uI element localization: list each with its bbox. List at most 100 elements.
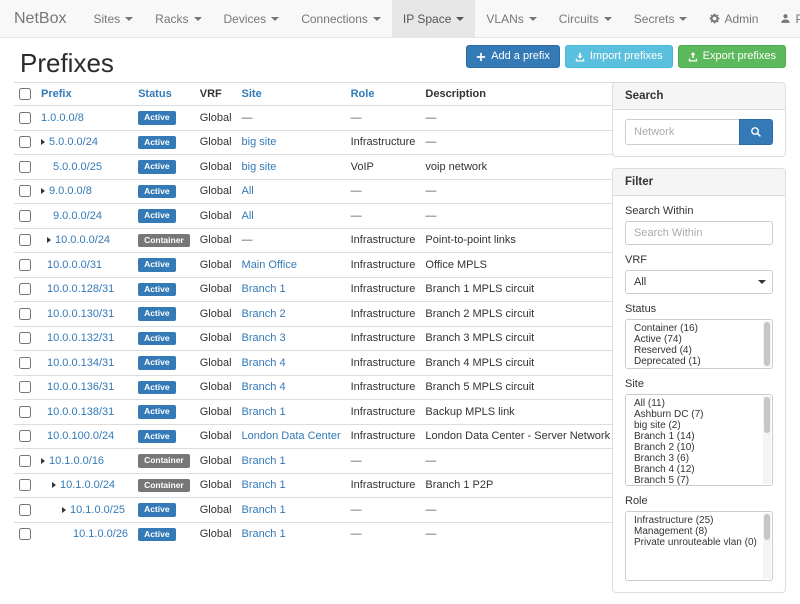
site-link[interactable]: Branch 1 [242, 455, 286, 467]
row-checkbox[interactable] [19, 357, 31, 369]
site-link[interactable]: Branch 2 [242, 308, 286, 320]
import-prefixes-button[interactable]: Import prefixes [565, 45, 673, 68]
search-button[interactable] [739, 119, 773, 145]
row-checkbox[interactable] [19, 455, 31, 467]
site-link[interactable]: All [242, 210, 254, 222]
site-link[interactable]: All [242, 185, 254, 197]
prefix-link[interactable]: 1.0.0.0/8 [41, 112, 84, 124]
column-header-site[interactable]: Site [242, 88, 262, 100]
site-link[interactable]: Branch 1 [242, 504, 286, 516]
site-link[interactable]: Main Office [242, 259, 297, 271]
prefix-link[interactable]: 10.0.0.138/31 [47, 406, 114, 418]
listbox-option[interactable]: Ashburn DC (7) [626, 409, 772, 420]
nav-item-racks[interactable]: Racks [144, 0, 212, 37]
site-link[interactable]: Branch 3 [242, 332, 286, 344]
listbox-option[interactable]: Reserved (4) [626, 345, 772, 356]
vrf-select[interactable]: All [625, 270, 773, 294]
prefix-link[interactable]: 10.0.0.130/31 [47, 308, 114, 320]
prefix-link[interactable]: 10.0.0.128/31 [47, 283, 114, 295]
search-input[interactable] [625, 119, 739, 145]
add-prefix-button[interactable]: Add a prefix [466, 45, 560, 68]
empty-value: — [351, 112, 362, 124]
scrollbar[interactable] [763, 321, 771, 367]
nav-item-vlans[interactable]: VLANs [475, 0, 547, 37]
prefix-link[interactable]: 10.0.0.0/24 [55, 234, 110, 246]
listbox-option[interactable]: Branch 1 (14) [626, 431, 772, 442]
nav-item-connections[interactable]: Connections [290, 0, 392, 37]
listbox-option[interactable]: Branch 4 (12) [626, 464, 772, 475]
prefix-link[interactable]: 10.0.0.0/31 [47, 259, 102, 271]
app-brand[interactable]: NetBox [0, 0, 82, 37]
prefix-link[interactable]: 10.1.0.0/26 [73, 528, 128, 540]
nav-item-sites[interactable]: Sites [82, 0, 144, 37]
row-checkbox[interactable] [19, 210, 31, 222]
listbox-option[interactable]: Branch 5 (7) [626, 475, 772, 486]
listbox-option[interactable]: Active (74) [626, 334, 772, 345]
nav-item-secrets[interactable]: Secrets [623, 0, 699, 37]
export-prefixes-button[interactable]: Export prefixes [678, 45, 786, 68]
site-link[interactable]: Branch 1 [242, 283, 286, 295]
prefix-link[interactable]: 5.0.0.0/25 [53, 161, 102, 173]
row-checkbox[interactable] [19, 161, 31, 173]
prefix-link[interactable]: 9.0.0.0/8 [49, 185, 92, 197]
row-checkbox[interactable] [19, 381, 31, 393]
row-checkbox[interactable] [19, 479, 31, 491]
column-header-prefix[interactable]: Prefix [41, 88, 72, 100]
nav-item-admin[interactable]: Admin [698, 0, 769, 37]
description-value: Branch 2 MPLS circuit [420, 302, 615, 327]
site-link[interactable]: big site [242, 136, 277, 148]
prefix-link[interactable]: 10.0.0.132/31 [47, 332, 114, 344]
prefix-link[interactable]: 10.0.0.136/31 [47, 381, 114, 393]
scrollbar[interactable] [763, 396, 771, 484]
row-checkbox[interactable] [19, 528, 31, 540]
prefix-link[interactable]: 10.1.0.0/25 [70, 504, 125, 516]
listbox-option[interactable]: Deprecated (1) [626, 356, 772, 367]
row-checkbox[interactable] [19, 283, 31, 295]
status-listbox[interactable]: Container (16)Active (74)Reserved (4)Dep… [625, 319, 773, 369]
row-checkbox[interactable] [19, 504, 31, 516]
search-within-input[interactable] [625, 221, 773, 245]
column-header-status[interactable]: Status [138, 88, 172, 100]
row-checkbox[interactable] [19, 308, 31, 320]
role-listbox[interactable]: Infrastructure (25)Management (8)Private… [625, 511, 773, 581]
listbox-option[interactable]: Private unrouteable vlan (0) [626, 537, 772, 548]
nav-item-ip-space[interactable]: IP Space [392, 0, 475, 37]
prefix-link[interactable]: 5.0.0.0/24 [49, 136, 98, 148]
site-link[interactable]: Branch 4 [242, 381, 286, 393]
site-link[interactable]: big site [242, 161, 277, 173]
site-link[interactable]: Branch 1 [242, 528, 286, 540]
nav-item-profile[interactable]: Profile [769, 0, 800, 37]
site-link[interactable]: Branch 4 [242, 357, 286, 369]
prefix-link[interactable]: 10.0.100.0/24 [47, 430, 114, 442]
prefix-link[interactable]: 10.1.0.0/16 [49, 455, 104, 467]
prefix-link[interactable]: 10.1.0.0/24 [60, 479, 115, 491]
row-checkbox[interactable] [19, 430, 31, 442]
table-row: 10.0.0.138/31ActiveGlobalBranch 1Infrast… [14, 400, 615, 425]
row-checkbox[interactable] [19, 332, 31, 344]
row-checkbox[interactable] [19, 136, 31, 148]
scrollbar[interactable] [763, 513, 771, 579]
listbox-option[interactable]: Container (16) [626, 323, 772, 334]
site-listbox[interactable]: All (11)Ashburn DC (7)big site (2)Branch… [625, 394, 773, 486]
site-link[interactable]: London Data Center [242, 430, 341, 442]
listbox-option[interactable]: big site (2) [626, 420, 772, 431]
site-link[interactable]: Branch 1 [242, 479, 286, 491]
listbox-option[interactable]: Infrastructure (25) [626, 515, 772, 526]
select-all-checkbox[interactable] [19, 88, 31, 100]
listbox-option[interactable]: Management (8) [626, 526, 772, 537]
row-checkbox[interactable] [19, 406, 31, 418]
nav-item-circuits[interactable]: Circuits [548, 0, 623, 37]
listbox-option[interactable]: All (11) [626, 398, 772, 409]
row-checkbox[interactable] [19, 185, 31, 197]
status-badge: Container [138, 454, 190, 468]
prefix-link[interactable]: 9.0.0.0/24 [53, 210, 102, 222]
row-checkbox[interactable] [19, 112, 31, 124]
row-checkbox[interactable] [19, 259, 31, 271]
nav-item-devices[interactable]: Devices [213, 0, 291, 37]
prefix-link[interactable]: 10.0.0.134/31 [47, 357, 114, 369]
site-link[interactable]: Branch 1 [242, 406, 286, 418]
listbox-option[interactable]: Branch 3 (6) [626, 453, 772, 464]
column-header-role[interactable]: Role [351, 88, 375, 100]
row-checkbox[interactable] [19, 234, 31, 246]
listbox-option[interactable]: Branch 2 (10) [626, 442, 772, 453]
